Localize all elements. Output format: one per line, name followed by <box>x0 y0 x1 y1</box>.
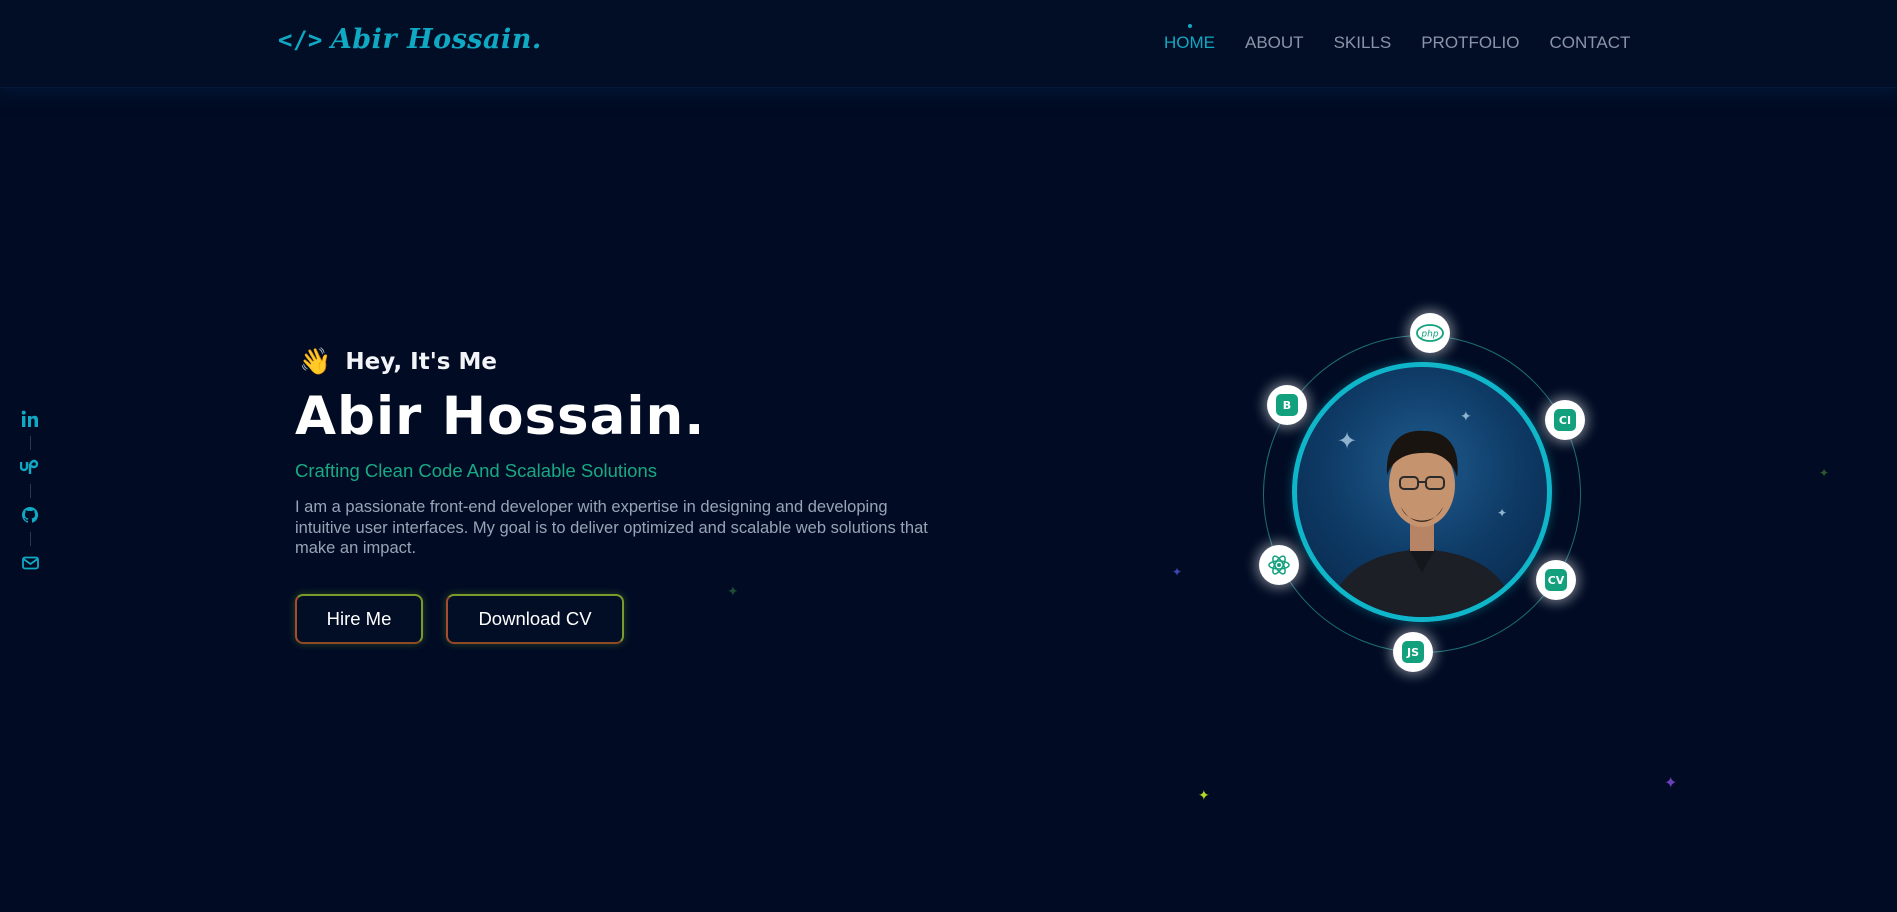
hero-tagline: Crafting Clean Code And Scalable Solutio… <box>295 460 658 481</box>
profile-photo-icon: ✦ ✦ ✦ <box>1327 409 1517 617</box>
main-nav: HOME ABOUT SKILLS PROTFOLIO CONTACT <box>1164 24 1660 53</box>
sparkle-icon: ✦ <box>1198 787 1210 803</box>
greeting: 👋 Hey, It's Me <box>299 347 497 377</box>
nav-contact[interactable]: CONTACT <box>1549 33 1630 53</box>
sparkle-icon: ✦ <box>727 583 739 599</box>
svg-text:✦: ✦ <box>1460 409 1472 425</box>
nav-skills[interactable]: SKILLS <box>1334 33 1392 53</box>
greeting-text: Hey, It's Me <box>345 349 497 375</box>
sparkle-icon: ✦ <box>1819 466 1830 480</box>
javascript-badge-icon: JS <box>1393 632 1433 672</box>
divider <box>29 436 31 450</box>
upwork-icon[interactable] <box>19 456 41 478</box>
sparkle-icon: ✦ <box>1664 775 1678 792</box>
php-badge-icon: php <box>1410 313 1450 353</box>
waving-hand-icon: 👋 <box>299 347 332 377</box>
logo-text: Abir Hossain. <box>330 24 542 55</box>
svg-text:✦: ✦ <box>1337 427 1357 455</box>
linkedin-icon[interactable] <box>19 408 41 430</box>
logo[interactable]: </> Abir Hossain. <box>278 24 542 55</box>
social-sidebar <box>19 408 41 574</box>
code-icon: </> <box>278 26 323 54</box>
bootstrap-badge-icon: B <box>1267 385 1307 425</box>
divider <box>29 484 31 498</box>
cv-badge-icon: CV <box>1536 560 1576 600</box>
codeigniter-badge-icon: CI <box>1545 400 1585 440</box>
download-cv-button[interactable]: Download CV <box>446 594 624 644</box>
github-icon[interactable] <box>19 504 41 526</box>
site-header: </> Abir Hossain. HOME ABOUT SKILLS PROTF… <box>0 0 1897 88</box>
sparkle-icon: ✦ <box>1172 565 1183 579</box>
divider <box>29 532 31 546</box>
hire-me-button[interactable]: Hire Me <box>295 594 423 644</box>
email-icon[interactable] <box>19 552 41 574</box>
react-badge-icon <box>1259 545 1299 585</box>
hero-name: Abir Hossain. <box>295 386 706 447</box>
svg-text:php: php <box>1420 330 1438 340</box>
svg-text:✦: ✦ <box>1497 506 1507 520</box>
hero-bio: I am a passionate front-end developer wi… <box>295 498 928 557</box>
nav-portfolio[interactable]: PROTFOLIO <box>1421 33 1519 53</box>
avatar: ✦ ✦ ✦ <box>1292 362 1552 622</box>
nav-home[interactable]: HOME <box>1164 24 1215 53</box>
nav-about[interactable]: ABOUT <box>1245 33 1304 53</box>
